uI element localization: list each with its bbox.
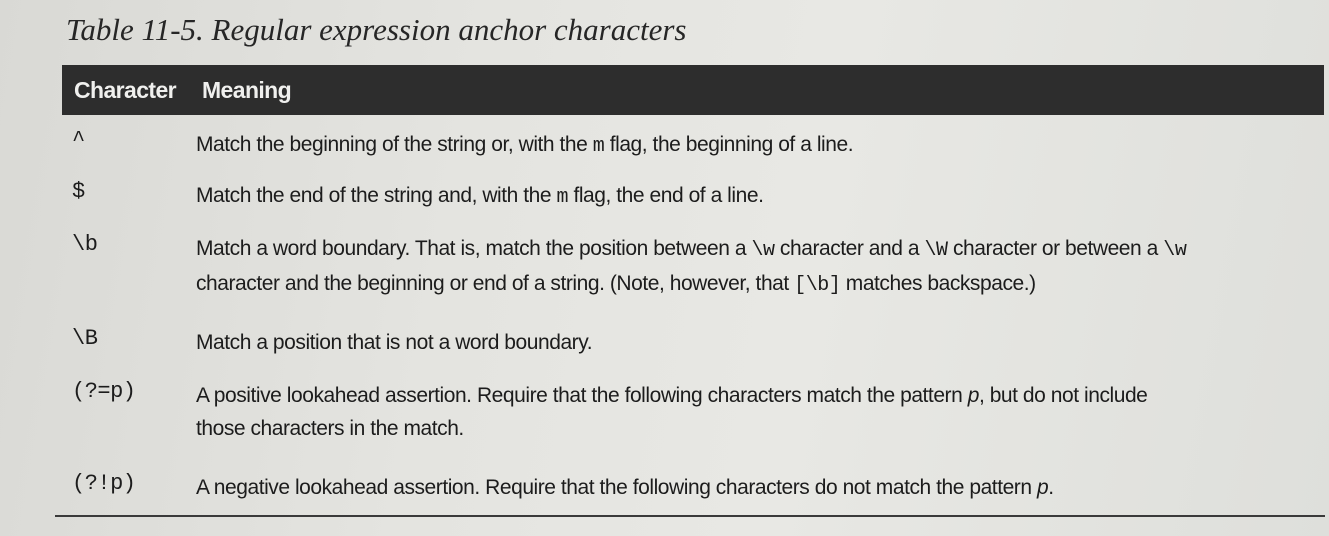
table-caption: Table 11-5. Regular expression anchor ch… <box>66 12 687 47</box>
meaning-cell: Match a word boundary. That is, match th… <box>196 232 1316 302</box>
code-text: \w <box>1163 239 1187 262</box>
meaning-line: Match a position that is not a word boun… <box>196 326 1316 359</box>
meaning-text: those characters in the match. <box>196 417 464 440</box>
meaning-line: character and the beginning or end of a … <box>196 267 1316 302</box>
character-cell: $ <box>72 179 85 204</box>
code-text: m <box>592 135 605 158</box>
meaning-text: Match a word boundary. That is, match th… <box>196 237 752 260</box>
character-cell: \B <box>72 326 98 351</box>
meaning-text: A negative lookahead assertion. Require … <box>196 476 1037 499</box>
code-text: \W <box>924 239 949 262</box>
meaning-text: flag, the end of a line. <box>568 184 764 207</box>
meaning-text: , but do not include <box>978 384 1148 407</box>
meaning-line: Match the end of the string and, with th… <box>196 179 1316 214</box>
meaning-cell: A negative lookahead assertion. Require … <box>196 471 1316 504</box>
meaning-text: character or between a <box>947 237 1164 260</box>
header-character: Character <box>74 77 177 103</box>
meaning-text: matches backspace.) <box>840 272 1036 295</box>
meaning-text: Match a position that is not a word boun… <box>196 331 593 354</box>
meaning-cell: Match the beginning of the string or, wi… <box>196 128 1316 163</box>
meaning-line: those characters in the match. <box>196 412 1316 445</box>
meaning-cell: Match a position that is not a word boun… <box>196 326 1316 359</box>
meaning-cell: Match the end of the string and, with th… <box>196 179 1316 214</box>
code-text: \w <box>751 239 775 262</box>
meaning-text: . <box>1048 476 1054 499</box>
character-cell: (?=p) <box>72 379 136 404</box>
header-meaning: Meaning <box>202 77 292 103</box>
meaning-text: Match the end of the string and, with th… <box>196 184 557 207</box>
meaning-line: Match a word boundary. That is, match th… <box>196 232 1316 267</box>
code-text: [\b] <box>794 274 841 297</box>
meaning-line: Match the beginning of the string or, wi… <box>196 128 1316 163</box>
meaning-line: A positive lookahead assertion. Require … <box>196 379 1316 412</box>
meaning-text: A positive lookahead assertion. Require … <box>196 384 968 407</box>
character-cell: (?!p) <box>72 471 136 496</box>
italic-text: p <box>1036 476 1049 499</box>
table-header: Character Meaning <box>62 65 1324 115</box>
meaning-line: A negative lookahead assertion. Require … <box>196 471 1316 504</box>
meaning-text: Match the beginning of the string or, wi… <box>196 133 593 156</box>
italic-text: p <box>967 384 980 407</box>
meaning-text: character and a <box>774 237 925 260</box>
table-bottom-rule <box>55 515 1325 517</box>
meaning-text: flag, the beginning of a line. <box>604 133 854 156</box>
meaning-text: character and the beginning or end of a … <box>196 272 795 295</box>
character-cell: ^ <box>72 128 85 153</box>
code-text: m <box>556 186 569 209</box>
character-cell: \b <box>72 232 98 257</box>
meaning-cell: A positive lookahead assertion. Require … <box>196 379 1316 445</box>
